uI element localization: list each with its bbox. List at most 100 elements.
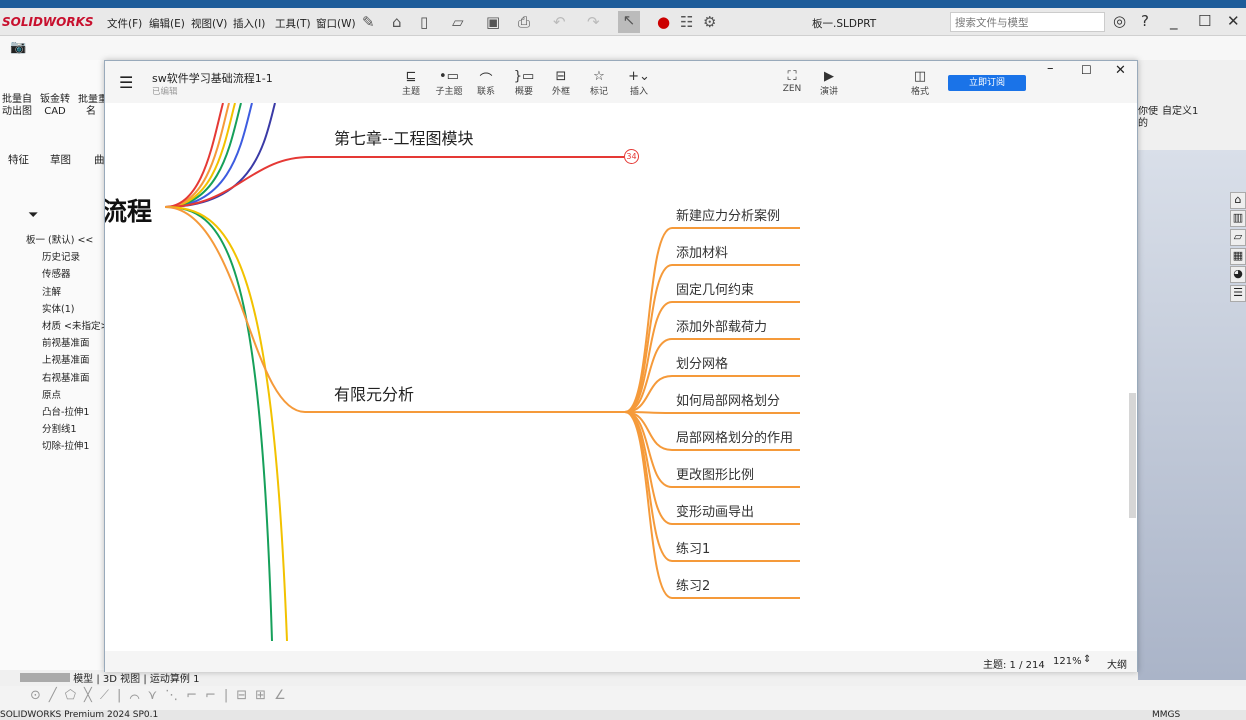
command-batch-rename[interactable]: 批量重 名 bbox=[78, 94, 104, 118]
subtopic[interactable]: 更改图形比例 bbox=[676, 464, 754, 483]
subtopic[interactable]: 新建应力分析案例 bbox=[676, 205, 780, 224]
menu-insert[interactable]: 插入(I) bbox=[233, 16, 265, 31]
filter-icon[interactable]: ⏷ bbox=[28, 208, 38, 223]
tree-item[interactable]: 上视基准面 bbox=[42, 352, 104, 366]
format-button[interactable]: ◫ 格式 bbox=[902, 69, 938, 97]
user-icon[interactable]: ◎ bbox=[1113, 12, 1126, 30]
appearances-icon[interactable]: ◕ bbox=[1230, 266, 1246, 283]
zoom-stepper-icon[interactable]: ⇕ bbox=[1083, 654, 1091, 665]
present-button[interactable]: ▶ 演讲 bbox=[811, 69, 847, 97]
subtopic[interactable]: 固定几何约束 bbox=[676, 279, 754, 298]
subtopic-button[interactable]: •▭ 子主题 bbox=[431, 69, 467, 97]
save-icon[interactable]: ▣ bbox=[486, 13, 500, 31]
tab-surface[interactable]: 曲 bbox=[94, 152, 105, 167]
insert-button[interactable]: +⌄ 插入 bbox=[621, 69, 657, 97]
status-bar: SOLIDWORKS Premium 2024 SP0.1 MMGS bbox=[0, 710, 1246, 720]
command-sheetmetal-cad[interactable]: 钣金转 CAD bbox=[40, 94, 70, 118]
custom-properties-icon[interactable]: ☰ bbox=[1230, 285, 1246, 302]
tab-sketch[interactable]: 草图 bbox=[50, 152, 71, 167]
label: 插入 bbox=[629, 87, 648, 97]
subtopic[interactable]: 局部网格划分的作用 bbox=[676, 427, 793, 446]
relationship-button[interactable]: ⌒ 联系 bbox=[468, 69, 504, 97]
menu-edit[interactable]: 编辑(E) bbox=[149, 16, 185, 31]
undo-icon[interactable]: ↶ bbox=[553, 13, 566, 31]
summary-button[interactable]: }▭ 概要 bbox=[506, 69, 542, 97]
tab-3d-view[interactable]: 3D 视图 bbox=[103, 674, 140, 685]
home-icon[interactable]: ⌂ bbox=[1230, 192, 1246, 209]
subtopic-line bbox=[624, 411, 800, 414]
vertical-scrollbar[interactable] bbox=[1129, 393, 1136, 518]
mm-minimize-button[interactable]: – bbox=[1047, 61, 1054, 76]
menu-window[interactable]: 窗口(W) bbox=[316, 16, 356, 31]
select-icon[interactable]: ↖ bbox=[618, 11, 640, 33]
view-palette-icon[interactable]: ▦ bbox=[1230, 248, 1246, 265]
command-batch-drawing[interactable]: 批量自 动出图 bbox=[2, 94, 32, 118]
new-file-icon[interactable]: ▯ bbox=[420, 13, 428, 31]
tree-item[interactable]: 右视基准面 bbox=[42, 370, 104, 384]
boundary-button[interactable]: ⊟ 外框 bbox=[543, 69, 579, 97]
subtopic[interactable]: 添加外部载荷力 bbox=[676, 316, 767, 335]
file-explorer-icon[interactable]: ▱ bbox=[1230, 229, 1246, 246]
command-recent[interactable]: 你使 的 bbox=[1138, 106, 1158, 130]
help-icon[interactable]: ? bbox=[1141, 12, 1149, 30]
branch-line bbox=[164, 206, 273, 642]
zoom-level[interactable]: 121% bbox=[1053, 656, 1082, 667]
subtopic[interactable]: 变形动画导出 bbox=[676, 501, 754, 520]
minimize-button[interactable]: _ bbox=[1170, 12, 1178, 30]
redo-icon[interactable]: ↷ bbox=[587, 13, 600, 31]
camera-icon[interactable]: 📷 bbox=[10, 40, 26, 55]
home-icon[interactable]: ⌂ bbox=[392, 13, 402, 31]
tree-item[interactable]: 材质 <未指定> bbox=[42, 318, 104, 332]
topic-chapter7[interactable]: 第七章--工程图模块 bbox=[334, 125, 474, 149]
edit-status: 已编辑 bbox=[152, 87, 178, 97]
tree-item[interactable]: 分割线1 bbox=[42, 421, 104, 435]
maximize-button[interactable]: ☐ bbox=[1198, 12, 1211, 30]
tab-motion-study[interactable]: 运动算例 1 bbox=[150, 674, 200, 685]
subscribe-button[interactable]: 立即订阅 bbox=[948, 75, 1026, 91]
rebuild-icon[interactable]: ● bbox=[657, 13, 670, 31]
file-properties-icon[interactable]: ☷ bbox=[680, 13, 693, 31]
command-label: 钣金转 CAD bbox=[40, 94, 70, 117]
topic-button[interactable]: ⊑ 主题 bbox=[393, 69, 429, 97]
mm-maximize-button[interactable]: ☐ bbox=[1081, 63, 1092, 77]
subtopic[interactable]: 如何局部网格划分 bbox=[676, 390, 780, 409]
subtopic[interactable]: 练习2 bbox=[676, 575, 710, 594]
tree-item[interactable]: 凸台-拉伸1 bbox=[42, 404, 104, 418]
tree-item[interactable]: 前视基准面 bbox=[42, 335, 104, 349]
mm-close-button[interactable]: ✕ bbox=[1115, 63, 1126, 78]
subtopic[interactable]: 划分网格 bbox=[676, 353, 728, 372]
mindmap-canvas[interactable]: 流程 第七章--工程图模块 34 有限元分析 新建应力分析案例 添加材料固定几何约… bbox=[105, 103, 1137, 651]
open-icon[interactable]: ▱ bbox=[452, 13, 464, 31]
subtopic[interactable]: 添加材料 bbox=[676, 242, 728, 261]
zen-button[interactable]: ⛶ ZEN bbox=[774, 69, 810, 94]
tab-features[interactable]: 特征 bbox=[8, 152, 29, 167]
tree-item[interactable]: 实体(1) bbox=[42, 301, 104, 315]
tree-item[interactable]: 传感器 bbox=[42, 266, 104, 280]
marker-button[interactable]: ☆ 标记 bbox=[581, 69, 617, 97]
units-selector[interactable]: MMGS bbox=[1152, 710, 1180, 720]
menu-icon[interactable]: ☰ bbox=[119, 73, 133, 92]
tree-item[interactable]: 注解 bbox=[42, 284, 104, 298]
pin-icon[interactable]: ✎ bbox=[362, 13, 375, 31]
outline-button[interactable]: 大纲 bbox=[1107, 656, 1127, 671]
collapsed-count-badge[interactable]: 34 bbox=[624, 149, 639, 164]
root-topic[interactable]: 流程 bbox=[105, 192, 152, 228]
tree-item[interactable]: 切除-拉伸1 bbox=[42, 438, 104, 452]
menu-file[interactable]: 文件(F) bbox=[107, 16, 142, 31]
design-library-icon[interactable]: ▥ bbox=[1230, 210, 1246, 227]
tab-model[interactable]: 模型 bbox=[73, 674, 93, 685]
topic-fea[interactable]: 有限元分析 bbox=[334, 381, 414, 405]
menu-tools[interactable]: 工具(T) bbox=[275, 16, 311, 31]
label: 演讲 bbox=[819, 87, 838, 97]
tree-item[interactable]: 原点 bbox=[42, 387, 104, 401]
search-input[interactable]: 搜索文件与模型 bbox=[950, 12, 1105, 32]
options-gear-icon[interactable]: ⚙ bbox=[703, 13, 716, 31]
subtopic[interactable]: 练习1 bbox=[676, 538, 710, 557]
command-custom1[interactable]: 自定义1 bbox=[1162, 106, 1198, 118]
menu-view[interactable]: 视图(V) bbox=[191, 16, 227, 31]
print-icon[interactable]: ⎙ bbox=[518, 13, 530, 31]
close-button[interactable]: ✕ bbox=[1227, 12, 1240, 30]
tree-item[interactable]: 板一 (默认) << bbox=[26, 232, 104, 246]
tree-item[interactable]: 历史记录 bbox=[42, 249, 104, 263]
label: 格式 bbox=[910, 87, 929, 97]
